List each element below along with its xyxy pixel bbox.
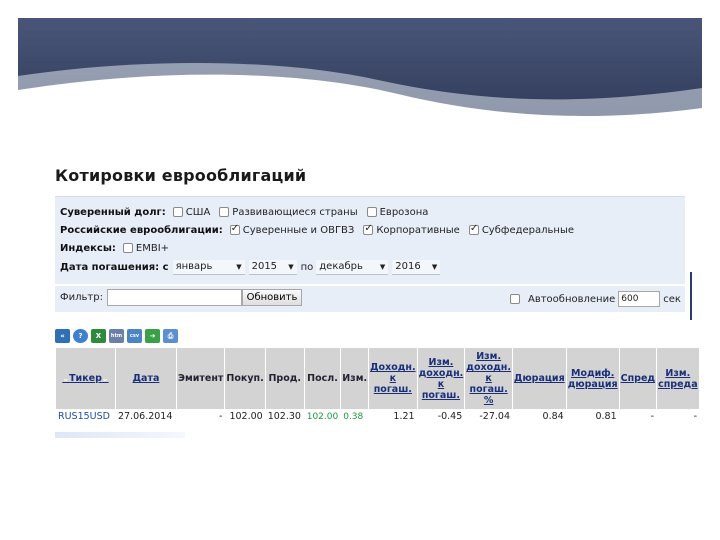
export-icon[interactable]: ➔ (145, 329, 160, 343)
col-header-bid: Покуп. (224, 347, 266, 410)
col-header-spread-change[interactable]: Изм. спреда (656, 347, 700, 410)
cell-duration: 0.84 (511, 409, 567, 424)
cell-spread: - (618, 409, 657, 424)
ticker-link[interactable]: RUS15USD (55, 409, 116, 424)
filter-label: Фильтр: (60, 292, 103, 303)
cell-spread-change: - (656, 409, 700, 424)
subfederal-checkbox[interactable] (468, 223, 479, 235)
col-header-ask: Прод. (264, 347, 305, 410)
autorefresh-label: Автообновление (528, 293, 616, 305)
col-header-ticker[interactable]: ⌄Тикер⌄ (55, 347, 116, 410)
col-header-last: Посл. (303, 347, 342, 410)
corporate-label: Корпоративные (376, 224, 460, 236)
cell-change: 0.38 (340, 409, 369, 424)
sovereign-label: Суверенный долг: (60, 206, 166, 218)
subfederal-label: Субфедеральные (481, 224, 575, 236)
cell-date: 27.06.2014 (115, 409, 177, 424)
sort-icon: ⌄ (101, 374, 109, 383)
cell-ytm-change: -0.45 (416, 409, 465, 424)
excel-icon[interactable]: X (91, 329, 106, 343)
filter-input[interactable] (107, 289, 242, 306)
filter-bar: Фильтр: Обновить Автообновление 600 сек (55, 286, 685, 312)
from-year-value: 2015 (251, 261, 278, 272)
sovereign-ovgvz-label: Суверенные и ОВГВЗ (242, 224, 355, 236)
scroll-edge (690, 272, 692, 320)
to-label: по (300, 261, 314, 273)
autorefresh-interval-input[interactable]: 600 (618, 291, 661, 307)
eurozone-label: Еврозона (379, 206, 429, 218)
russian-label: Российские еврооблигации: (60, 224, 223, 236)
from-month-select[interactable]: январь ▼ (172, 259, 245, 275)
page-title: Котировки еврооблигаций (55, 166, 307, 185)
emerging-label: Развивающиеся страны (232, 206, 358, 218)
col-header-ytm-change[interactable]: Изм. доходн. к погаш. (416, 347, 466, 410)
cell-mod-duration: 0.81 (565, 409, 620, 424)
to-month-value: декабрь (319, 261, 363, 272)
to-year-value: 2016 (395, 261, 421, 272)
usa-checkbox[interactable] (172, 207, 183, 217)
col-header-duration[interactable]: Дюрация (511, 347, 567, 410)
maturity-row: Дата погашения: с январь ▼ 2015 ▼ по дек… (60, 259, 444, 275)
cell-ask: 102.30 (264, 409, 305, 424)
cell-bid: 102.00 (224, 409, 266, 424)
col-header-change: Изм. (340, 347, 370, 410)
print-icon[interactable]: ⎙ (163, 329, 178, 343)
maturity-label: Дата погашения: с (60, 261, 169, 273)
cell-ytm-change-pct: -27.04 (464, 409, 513, 424)
indexes-row: Индексы: EMBI+ (60, 240, 175, 256)
from-year-select[interactable]: 2015 ▼ (248, 259, 297, 275)
autorefresh-group: Автообновление 600 сек (507, 291, 681, 307)
col-header-issuer: Эмитент (175, 347, 226, 410)
filter-panel: Суверенный долг: США Развивающиеся стран… (55, 196, 685, 284)
indexes-label: Индексы: (60, 242, 116, 254)
corporate-checkbox[interactable] (363, 223, 374, 235)
chevron-down-icon: ▼ (379, 262, 386, 271)
csv-icon[interactable]: csv (127, 329, 142, 343)
refresh-button[interactable]: Обновить (242, 289, 302, 306)
to-month-select[interactable]: декабрь ▼ (316, 259, 389, 275)
slide-banner (18, 18, 702, 126)
table-header-row: ⌄Тикер⌄ Дата Эмитент Покуп. Прод. Посл. … (55, 347, 700, 410)
table-row: RUS15USD 27.06.2014 - 102.00 102.30 102.… (55, 409, 700, 424)
html-icon[interactable]: htm (109, 329, 124, 343)
col-header-date[interactable]: Дата (115, 347, 177, 410)
quotes-table: ⌄Тикер⌄ Дата Эмитент Покуп. Прод. Посл. … (55, 347, 700, 424)
autorefresh-checkbox[interactable] (510, 294, 520, 304)
sovereign-row: Суверенный долг: США Развивающиеся стран… (60, 204, 434, 220)
chevron-down-icon: ▼ (431, 262, 438, 271)
back-icon[interactable]: « (55, 329, 70, 343)
chevron-down-icon: ▼ (236, 262, 242, 271)
usa-label: США (185, 206, 211, 218)
col-header-ytm-change-pct[interactable]: Изм. доходн. к погаш. % (464, 347, 513, 410)
help-icon[interactable]: ? (73, 329, 88, 343)
cell-last: 102.00 (303, 409, 341, 424)
embi-checkbox[interactable] (122, 243, 133, 253)
seconds-label: сек (663, 293, 681, 305)
from-month-value: январь (175, 261, 213, 272)
col-header-spread[interactable]: Спред (618, 347, 658, 410)
eurozone-checkbox[interactable] (366, 207, 377, 217)
cell-ytm: 1.21 (368, 409, 418, 424)
emerging-checkbox[interactable] (219, 207, 230, 217)
to-year-select[interactable]: 2016 ▼ (392, 259, 441, 275)
russian-row: Российские еврооблигации: Суверенные и О… (60, 222, 580, 238)
sovereign-ovgvz-checkbox[interactable] (229, 223, 240, 235)
export-toolbar: « ? X htm csv ➔ ⎙ (55, 329, 178, 343)
cell-issuer: - (175, 409, 225, 424)
footer-toolbar-fade (55, 432, 185, 438)
chevron-down-icon: ▼ (288, 262, 294, 271)
col-header-mod-duration[interactable]: Модиф. дюрация (565, 347, 620, 410)
embi-label: EMBI+ (135, 242, 170, 254)
col-header-ytm[interactable]: Доходн. к погаш. (368, 347, 418, 410)
